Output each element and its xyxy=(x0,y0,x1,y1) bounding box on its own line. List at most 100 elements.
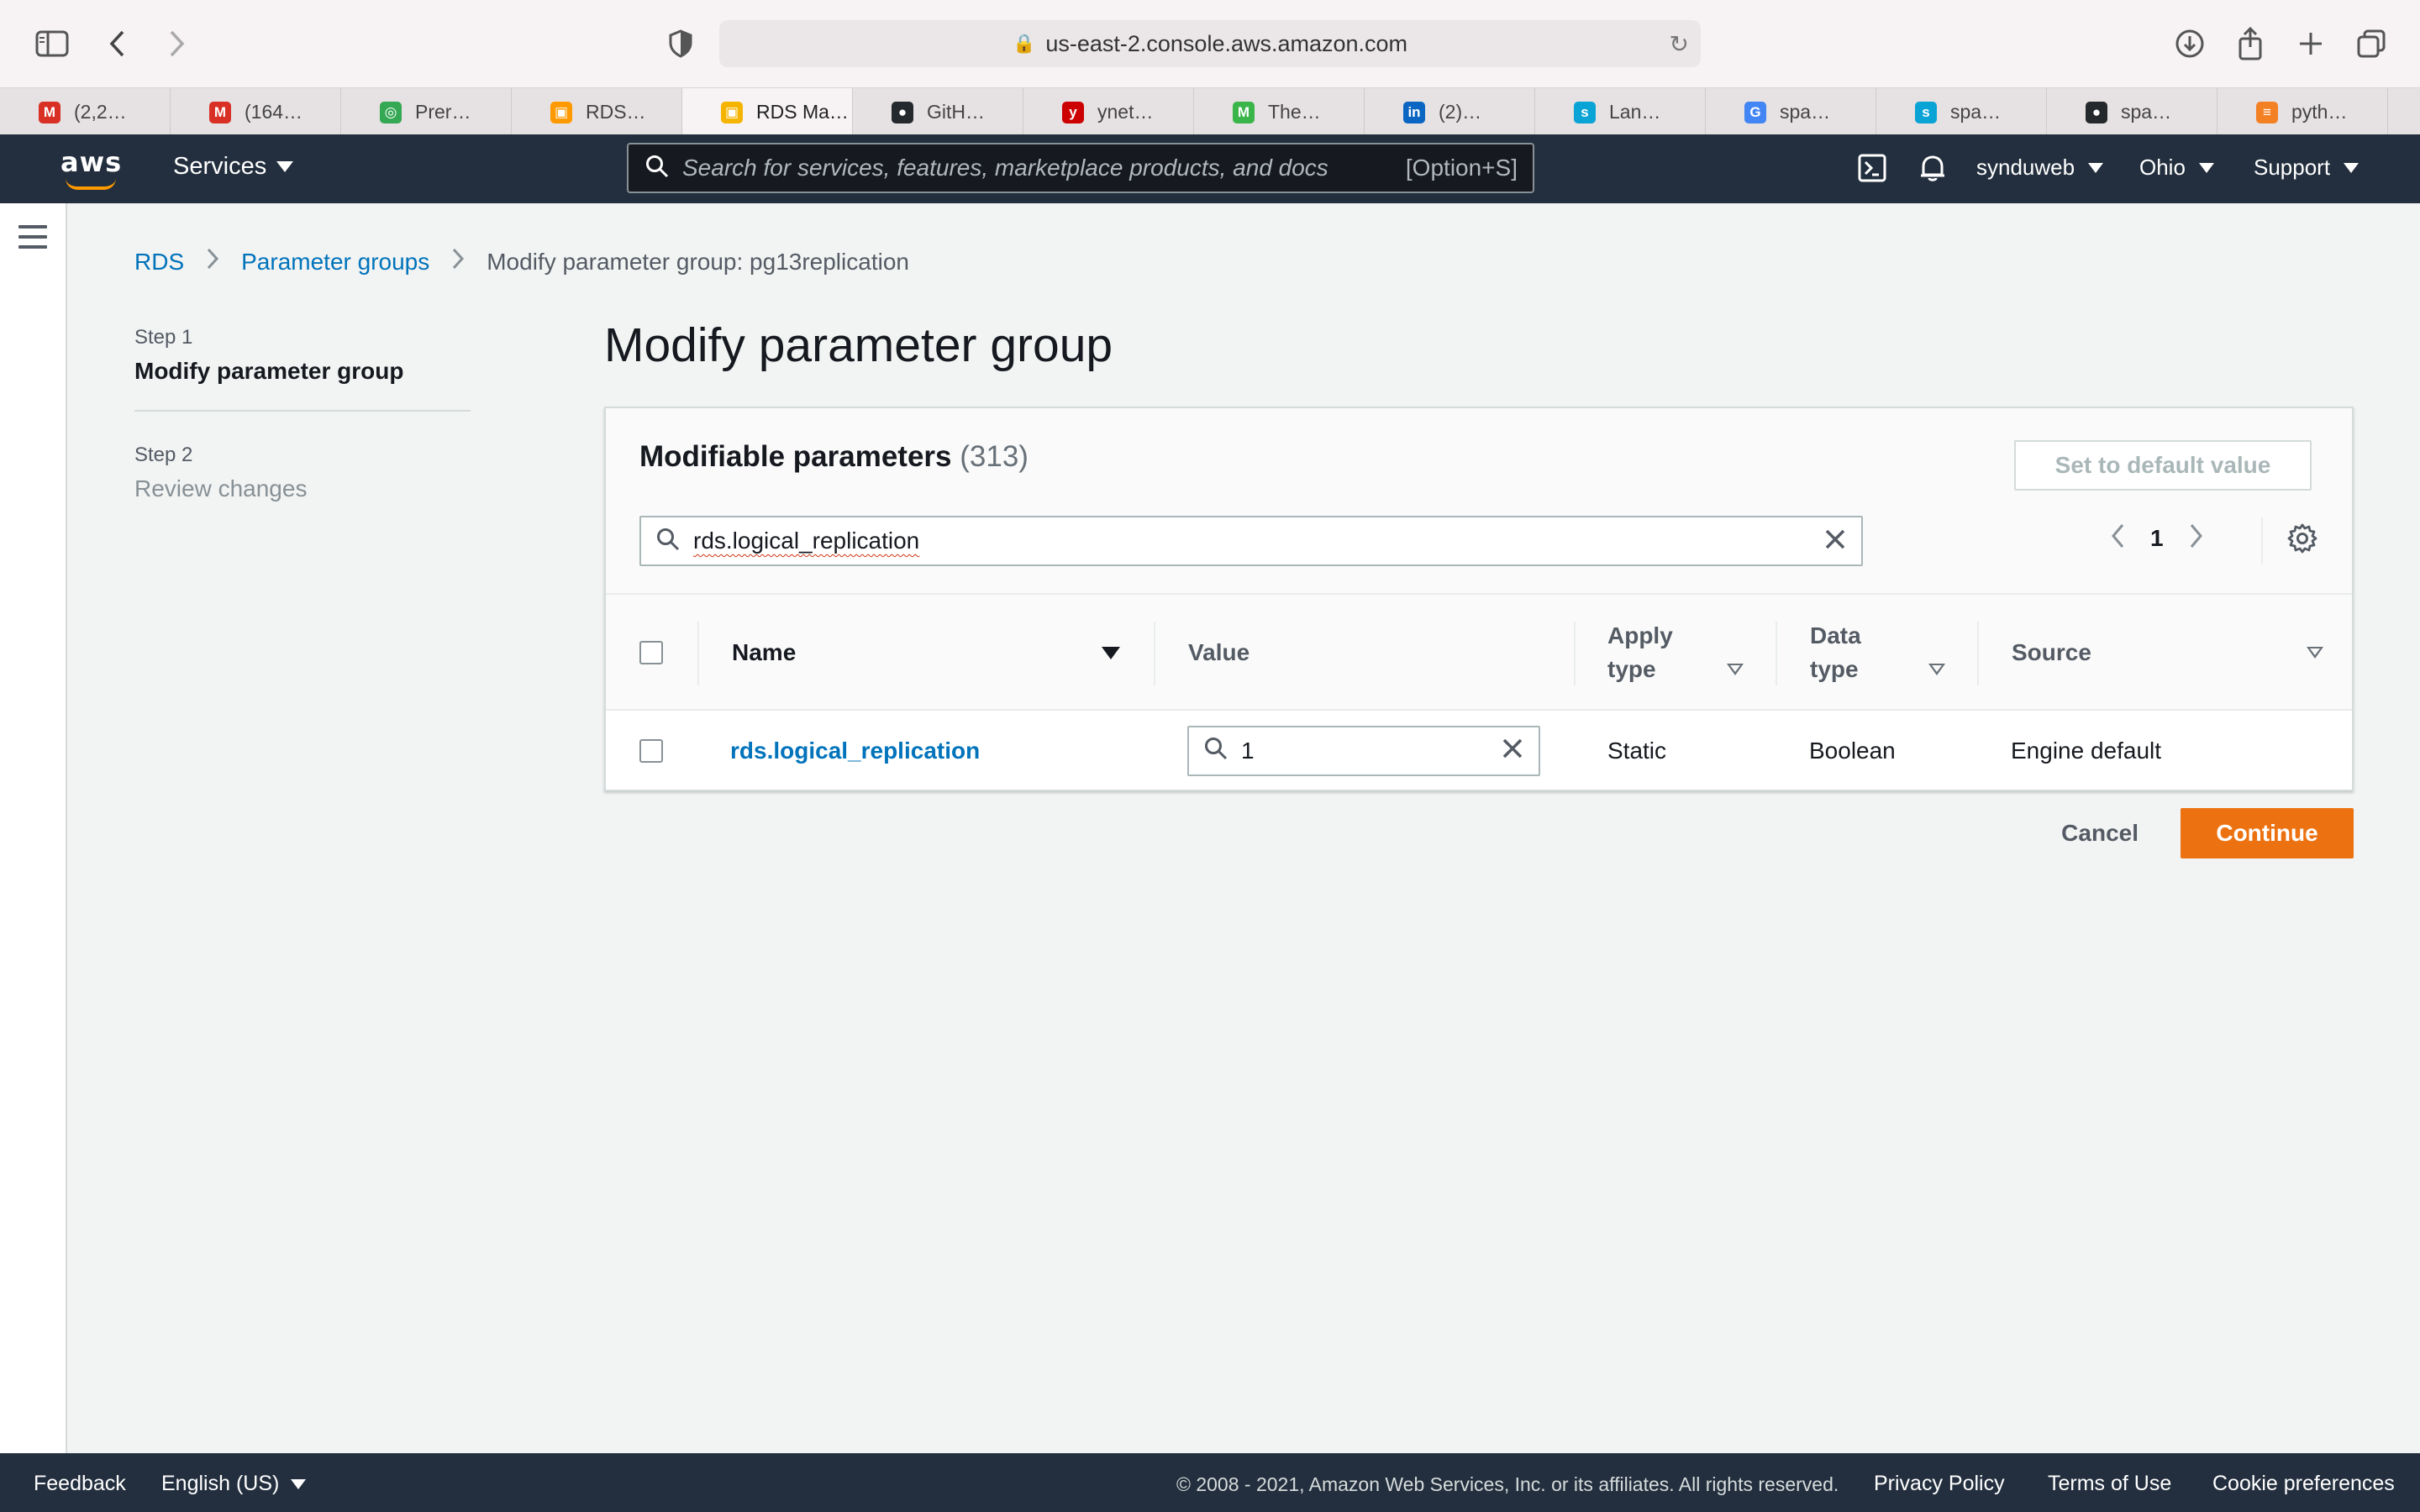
browser-tab[interactable]: ◎ Prer… xyxy=(341,88,512,135)
browser-toolbar: 🔒 us-east-2.console.aws.amazon.com ↻ xyxy=(0,0,2420,87)
breadcrumb-current: Modify parameter group: pg13replication xyxy=(487,249,909,275)
chrome-icon: ◎ xyxy=(380,102,402,123)
parameters-panel: Modifiable parameters (313) Set to defau… xyxy=(604,407,2354,791)
tab-overview-icon[interactable] xyxy=(2353,25,2390,62)
browser-tab[interactable]: s Lan… xyxy=(1535,88,1706,135)
share-icon[interactable] xyxy=(2232,25,2269,62)
caret-down-icon xyxy=(291,1478,307,1489)
cloudshell-icon[interactable] xyxy=(1855,151,1889,185)
caret-down-icon xyxy=(2198,162,2214,173)
sort-icon[interactable] xyxy=(2307,595,2323,711)
gmail-icon: M xyxy=(39,102,60,123)
cancel-button[interactable]: Cancel xyxy=(2061,820,2139,847)
notifications-bell-icon[interactable] xyxy=(1916,151,1949,185)
parameter-count: (313) xyxy=(960,440,1028,473)
account-menu[interactable]: synduweb xyxy=(1976,155,2104,181)
browser-tab[interactable]: ▣ RDS Ma… xyxy=(682,88,853,135)
column-header-value: Value xyxy=(1188,595,1249,711)
language-label: English (US) xyxy=(161,1472,280,1495)
region-menu[interactable]: Ohio xyxy=(2139,155,2214,181)
tab-strip: M (2,2… M (164… ◎ Prer… ▣ RDS… ▣ RDS Ma… ● GitH… y yn… xyxy=(0,87,2420,135)
table-header: Name Value Apply type Data type Source xyxy=(606,593,2352,711)
chevron-right-icon xyxy=(206,247,219,277)
parameter-value-input[interactable]: 1 xyxy=(1187,726,1540,776)
apply-type-header-line2: type xyxy=(1607,656,1656,682)
browser-tab[interactable]: Gspa… xyxy=(1706,88,1876,135)
form-actions: Cancel Continue xyxy=(2061,808,2354,858)
copyright-text: © 2008 - 2021, Amazon Web Services, Inc.… xyxy=(1176,1473,1839,1495)
name-header-label: Name xyxy=(732,639,797,665)
browser-tab[interactable]: in (2)… xyxy=(1365,88,1535,135)
aws-rds-icon: ▣ xyxy=(550,102,572,123)
parameter-name-link[interactable]: rds.logical_replication xyxy=(730,738,980,764)
next-page-icon[interactable] xyxy=(2189,522,2204,554)
browser-tab[interactable]: ≡ pyth… xyxy=(2217,88,2388,135)
parameter-name-cell: rds.logical_replication xyxy=(730,711,980,791)
column-header-source[interactable]: Source xyxy=(2012,595,2091,711)
step2-label: Step 2 xyxy=(134,444,193,466)
region-name: Ohio xyxy=(2139,155,2186,180)
chevron-right-icon xyxy=(451,247,465,277)
clear-filter-icon[interactable] xyxy=(1824,528,1846,554)
browser-tab[interactable]: ● spa… xyxy=(2047,88,2217,135)
data-type-header-line1: Data xyxy=(1810,622,1861,648)
account-name: synduweb xyxy=(1976,155,2075,180)
hamburger-menu-icon[interactable] xyxy=(18,225,47,250)
clear-value-icon[interactable] xyxy=(1502,738,1523,765)
column-header-data-type[interactable]: Data type xyxy=(1810,595,1861,711)
table-row: rds.logical_replication 1 Static Boolean… xyxy=(606,711,2352,791)
continue-button[interactable]: Continue xyxy=(2181,808,2354,858)
global-search[interactable]: Search for services, features, marketpla… xyxy=(627,143,1534,193)
breadcrumb: RDS Parameter groups Modify parameter gr… xyxy=(134,247,909,277)
parameter-value: 1 xyxy=(1241,738,1255,764)
column-header-name[interactable]: Name xyxy=(732,595,796,711)
github-icon: ● xyxy=(2086,102,2107,123)
reload-icon[interactable]: ↻ xyxy=(1670,30,1689,58)
side-navigation-rail xyxy=(0,203,67,1453)
address-bar[interactable]: 🔒 us-east-2.console.aws.amazon.com ↻ xyxy=(719,20,1701,67)
browser-tab[interactable]: y ynet… xyxy=(1023,88,1194,135)
url-text: us-east-2.console.aws.amazon.com xyxy=(1045,30,1408,56)
aws-top-nav: aws Services Search for services, featur… xyxy=(0,134,2420,203)
sort-descending-icon[interactable] xyxy=(1102,595,1120,711)
support-menu[interactable]: Support xyxy=(2254,155,2360,181)
browser-tab-label: (2,2… xyxy=(74,100,127,123)
aws-logo[interactable]: aws xyxy=(60,146,121,190)
services-menu[interactable]: Services xyxy=(173,153,294,181)
source-cell: Engine default xyxy=(2011,738,2162,764)
browser-tab[interactable]: M (164… xyxy=(171,88,341,135)
browser-tab-label: spa… xyxy=(1950,100,2002,123)
browser-tab[interactable]: M The… xyxy=(1194,88,1365,135)
browser-tab[interactable]: ● GitH… xyxy=(853,88,1023,135)
browser-tab-label: spa… xyxy=(2121,100,2172,123)
gear-icon[interactable] xyxy=(2286,522,2318,559)
browser-tab[interactable]: M (2,2… xyxy=(0,88,171,135)
back-icon[interactable] xyxy=(99,25,136,62)
row-checkbox[interactable] xyxy=(639,711,663,791)
set-default-value-button[interactable]: Set to default value xyxy=(2014,440,2312,491)
privacy-policy-link[interactable]: Privacy Policy xyxy=(1874,1472,2005,1496)
breadcrumb-parameter-groups[interactable]: Parameter groups xyxy=(241,249,429,276)
sidebar-toggle-icon[interactable] xyxy=(34,25,71,62)
previous-page-icon[interactable] xyxy=(2110,522,2125,554)
forward-icon[interactable] xyxy=(158,25,195,62)
downloads-icon[interactable] xyxy=(2171,25,2208,62)
column-header-apply-type[interactable]: Apply type xyxy=(1607,595,1673,711)
page-number[interactable]: 1 xyxy=(2150,525,2164,552)
select-all-checkbox[interactable] xyxy=(639,595,663,711)
browser-tab[interactable]: s spa… xyxy=(1876,88,2047,135)
caret-down-icon xyxy=(2344,162,2360,173)
privacy-shield-icon[interactable] xyxy=(662,25,699,62)
feedback-link[interactable]: Feedback xyxy=(34,1472,126,1496)
terms-of-use-link[interactable]: Terms of Use xyxy=(2048,1472,2171,1496)
panel-title: Modifiable parameters (313) xyxy=(639,440,1028,474)
language-selector[interactable]: English (US) xyxy=(161,1472,307,1496)
search-icon xyxy=(645,155,669,182)
search-placeholder: Search for services, features, marketpla… xyxy=(682,155,1328,181)
new-tab-icon[interactable] xyxy=(2292,25,2329,62)
browser-tab[interactable]: ▣ RDS… xyxy=(512,88,682,135)
parameter-filter-input[interactable]: rds.logical_replication xyxy=(639,516,1863,566)
breadcrumb-rds[interactable]: RDS xyxy=(134,249,184,276)
cookie-preferences-link[interactable]: Cookie preferences xyxy=(2212,1472,2395,1496)
browser-tab-label: GitH… xyxy=(927,100,985,123)
